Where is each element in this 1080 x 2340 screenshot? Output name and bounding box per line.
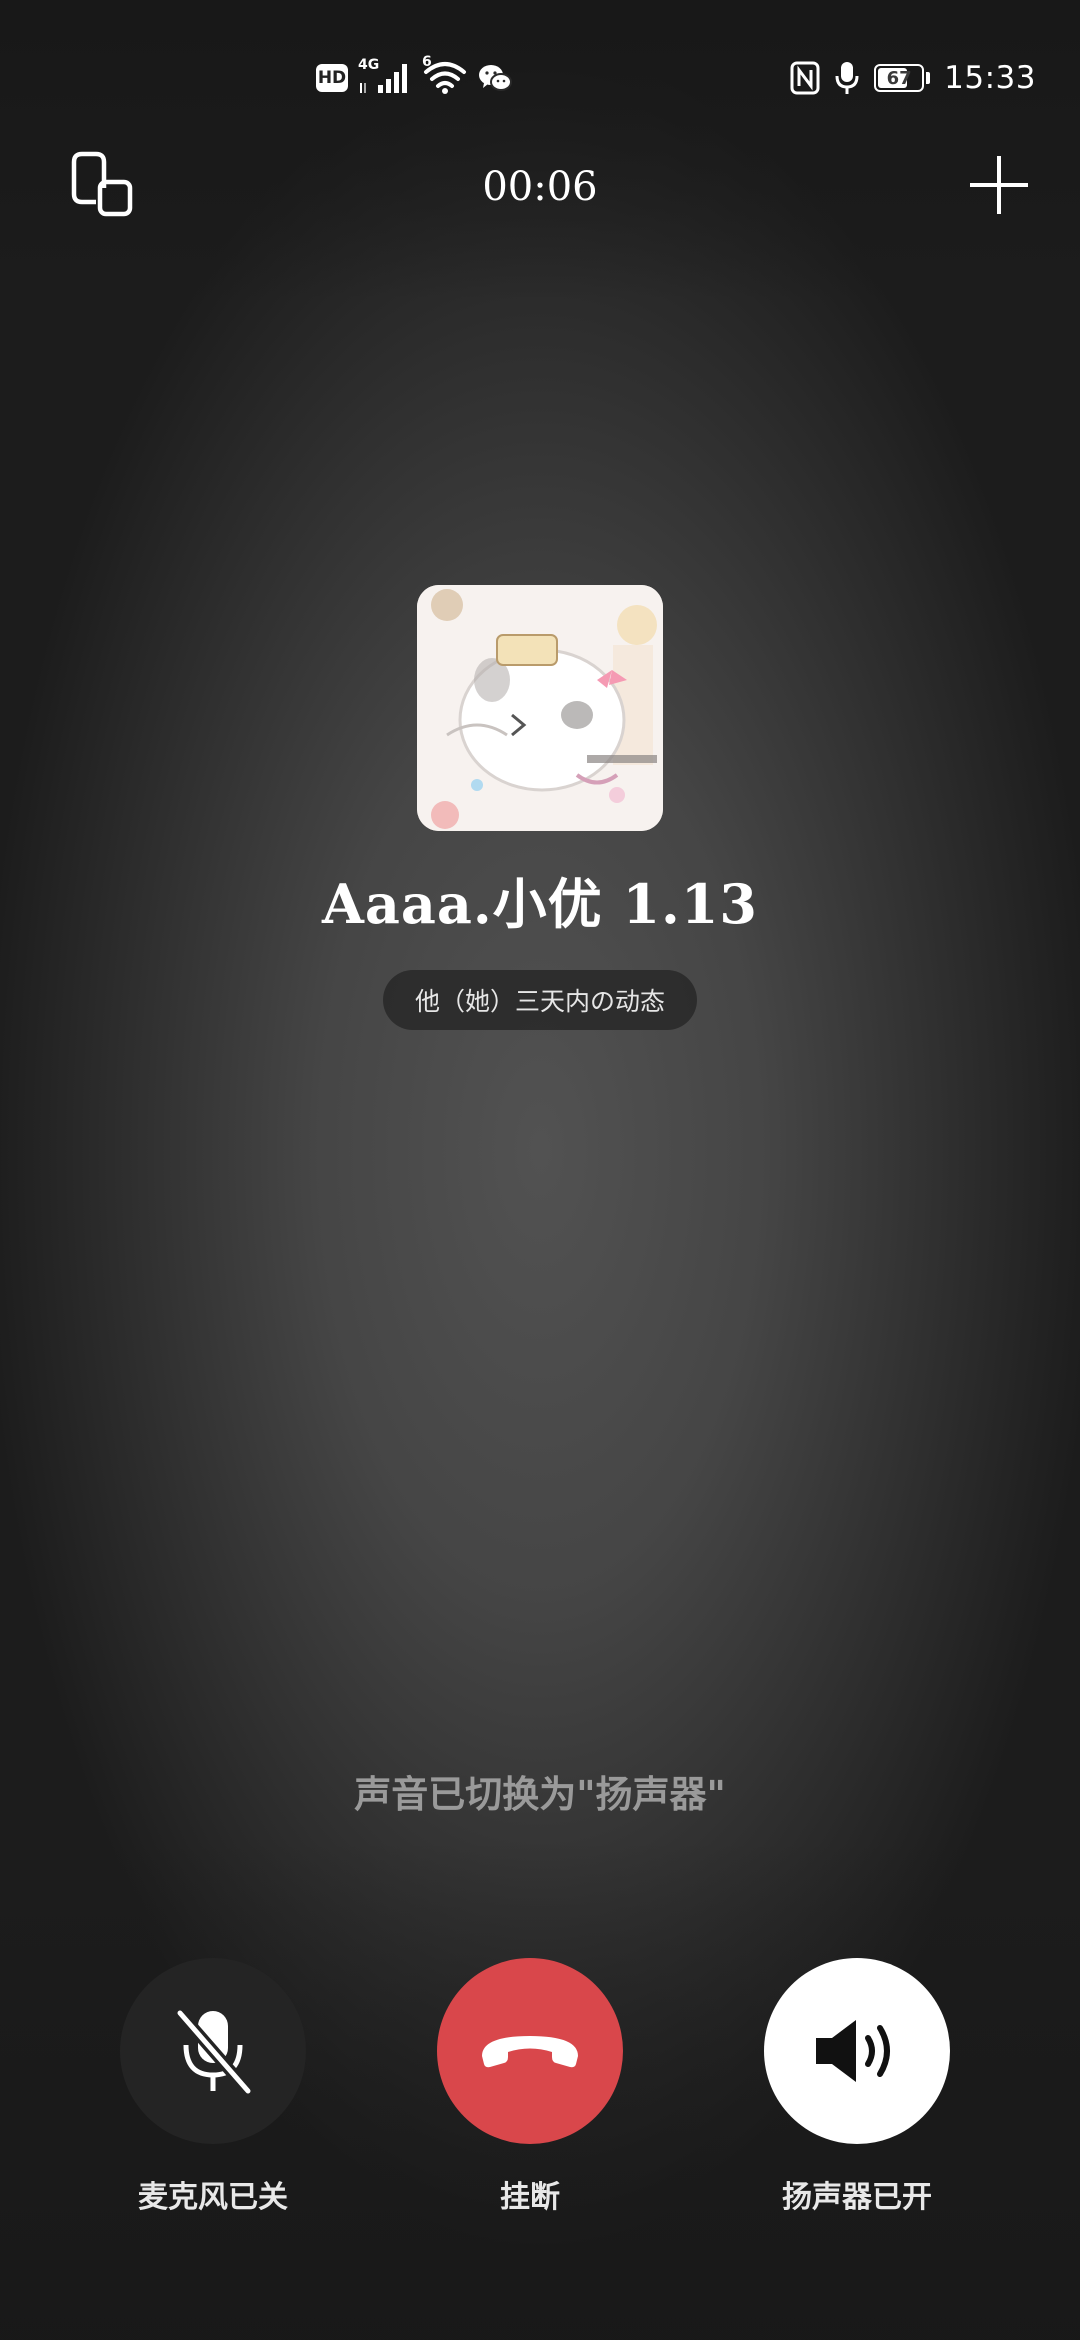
contact-avatar[interactable] [417, 585, 663, 831]
hangup-label: 挂断 [500, 2180, 560, 2215]
avatar-image [417, 585, 663, 831]
signal-4g-icon: 4G [358, 57, 412, 95]
status-right-icons: 67 15:33 [790, 56, 1036, 100]
phone-hangup-icon [482, 2036, 578, 2068]
nfc-icon [790, 61, 820, 95]
hangup-control: 挂断 [437, 1958, 623, 2216]
network-type-label: 4G [358, 57, 380, 73]
speaker-control: 扬声器已开 [764, 1958, 950, 2216]
battery-indicator: 67 [874, 64, 931, 92]
audio-route-toast: 声音已切换为"扬声器" [354, 1772, 726, 1816]
battery-level: 67 [886, 67, 912, 89]
plus-icon [970, 156, 1028, 214]
wifi-version-label: 6 [422, 54, 432, 70]
wechat-icon [478, 63, 512, 93]
hang-up-button[interactable] [437, 1958, 623, 2144]
hd-icon: HD [316, 64, 348, 92]
speaker-toggle-button[interactable] [764, 1958, 950, 2144]
add-participant-button[interactable] [968, 154, 1030, 216]
battery-icon: 67 [874, 64, 925, 92]
mic-control: 麦克风已关 [120, 1958, 306, 2216]
call-duration: 00:06 [482, 164, 598, 210]
status-bar: HD 4G 6 67 15:33 [0, 52, 1080, 102]
contact-name: Aaaa.小优 1.13 [322, 872, 758, 936]
status-left-icons: HD 4G 6 [316, 54, 512, 98]
mic-control-label: 麦克风已关 [138, 2180, 288, 2215]
wifi-6-icon: 6 [422, 54, 468, 96]
microphone-off-icon [175, 2009, 253, 2095]
contact-moments-button[interactable]: 他（她）三天内の动态 [383, 970, 697, 1030]
battery-tip [926, 72, 931, 84]
speaker-label: 扬声器已开 [782, 2180, 932, 2215]
call-top-bar: 00:06 [0, 150, 1080, 230]
speaker-on-icon [816, 2020, 890, 2082]
microphone-in-use-icon [834, 60, 860, 96]
status-time: 15:33 [944, 60, 1036, 96]
mute-microphone-button[interactable] [120, 1958, 306, 2144]
